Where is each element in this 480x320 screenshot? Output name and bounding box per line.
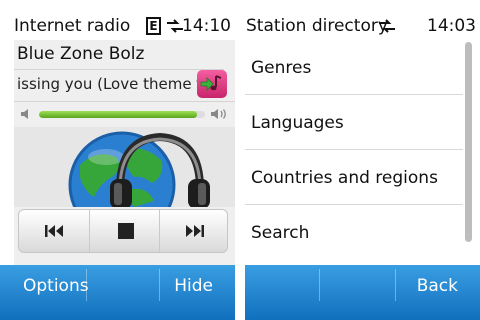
- softkey-divider: [319, 269, 320, 301]
- data-connection-icon: [379, 19, 395, 33]
- list-item-label: Languages: [251, 113, 344, 133]
- clock: 14:10: [182, 16, 231, 36]
- screen-title: Internet radio: [14, 16, 131, 36]
- volume-low-icon[interactable]: [20, 107, 34, 121]
- list-item-label: Genres: [251, 58, 312, 78]
- network-badge: E: [146, 17, 161, 35]
- back-softkey[interactable]: Back: [417, 265, 458, 320]
- station-directory-screen: Station directory 14:03 Genres Languages…: [245, 0, 480, 320]
- screen-title: Station directory: [246, 16, 388, 36]
- softkey-divider: [86, 269, 87, 301]
- list-item-label: Countries and regions: [251, 168, 438, 188]
- next-button[interactable]: [159, 210, 229, 252]
- skip-forward-icon: [186, 225, 204, 237]
- softkey-bar: Options Hide: [0, 265, 235, 320]
- skip-back-icon: [45, 225, 63, 237]
- softkey-divider: [395, 269, 396, 301]
- volume-high-icon[interactable]: [210, 107, 228, 121]
- divider: [14, 101, 235, 102]
- stop-icon: [118, 223, 134, 239]
- volume-fill: [39, 111, 197, 118]
- list-item-countries[interactable]: Countries and regions: [245, 150, 463, 205]
- status-bar: Internet radio E 14:10: [0, 0, 235, 40]
- list-item-label: Search: [251, 223, 310, 243]
- song-title: issing you (Love theme from: [17, 75, 202, 93]
- volume-slider[interactable]: [39, 111, 205, 118]
- clock: 14:03: [427, 16, 476, 36]
- status-bar: Station directory 14:03: [245, 0, 480, 40]
- radio-player: Blue Zone Bolz issing you (Love theme fr…: [14, 40, 235, 265]
- scrollbar[interactable]: [464, 40, 473, 265]
- divider: [14, 69, 224, 70]
- softkey-bar: Back: [245, 265, 480, 320]
- station-artwork: [14, 127, 235, 207]
- previous-button[interactable]: [19, 210, 89, 252]
- softkey-divider: [159, 269, 160, 301]
- scrollbar-thumb[interactable]: [465, 42, 472, 242]
- list-item-languages[interactable]: Languages: [245, 95, 463, 150]
- playback-controls: [18, 209, 228, 253]
- screen-gap: [235, 0, 245, 320]
- list-item-search[interactable]: Search: [245, 205, 463, 260]
- stop-button[interactable]: [89, 210, 159, 252]
- music-note-icon[interactable]: [197, 70, 227, 98]
- options-softkey[interactable]: Options: [23, 265, 89, 320]
- internet-radio-screen: Internet radio E 14:10 Blue Zone Bolz is…: [0, 0, 235, 320]
- hide-softkey[interactable]: Hide: [174, 265, 213, 320]
- station-name: Blue Zone Bolz: [17, 44, 145, 64]
- list-item-genres[interactable]: Genres: [245, 40, 463, 95]
